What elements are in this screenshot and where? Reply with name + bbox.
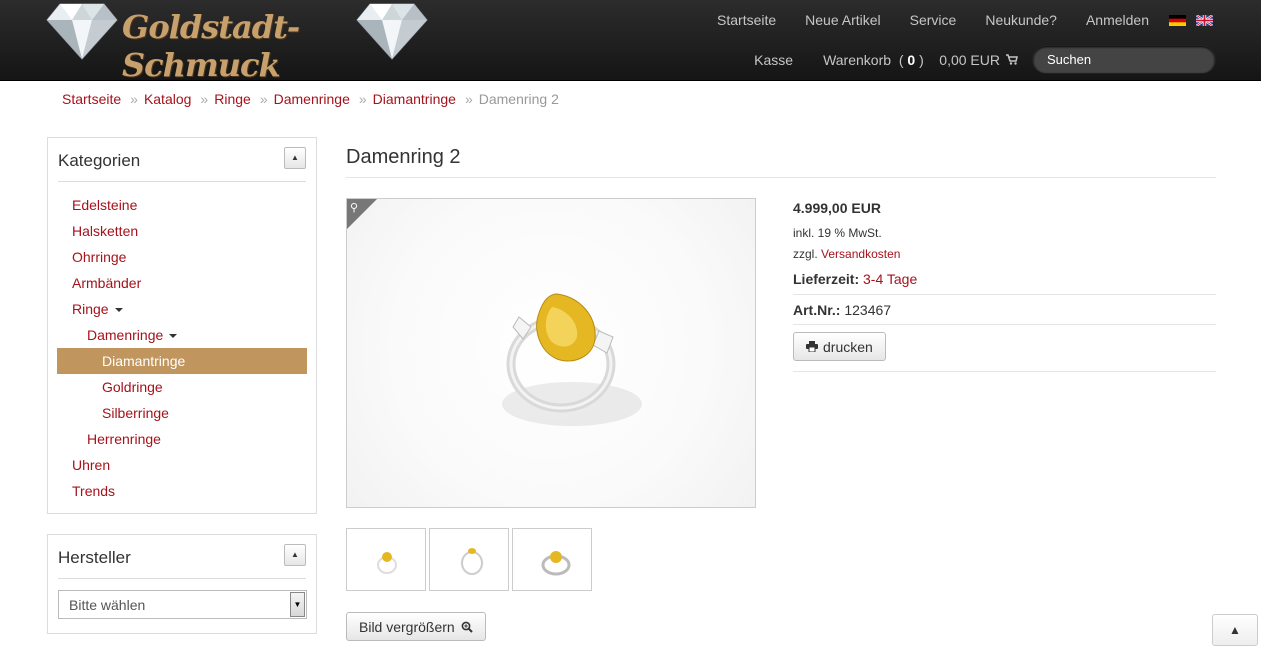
nav-neue-artikel[interactable]: Neue Artikel	[805, 12, 880, 28]
nav-kasse[interactable]: Kasse	[754, 52, 793, 68]
manufacturer-title: Hersteller	[58, 548, 131, 567]
product-thumbnail[interactable]	[429, 528, 509, 591]
zoom-in-icon	[461, 621, 473, 633]
category-herrenringe[interactable]: Herrenringe	[57, 426, 307, 452]
breadcrumb-damenringe[interactable]: Damenringe	[274, 91, 350, 107]
category-damenringe[interactable]: Damenringe	[57, 322, 307, 348]
scroll-to-top-button[interactable]: ▲	[1212, 614, 1258, 646]
cart-label: Warenkorb	[823, 51, 892, 68]
categories-title: Kategorien	[58, 151, 141, 170]
delivery-time-link[interactable]: 3-4 Tage	[863, 271, 917, 287]
shopping-cart-icon[interactable]	[1006, 54, 1018, 65]
ring-thumbnail-image	[461, 548, 483, 575]
diamond-logo-icon	[356, 3, 428, 60]
manufacturer-select-value: Bitte wählen	[69, 597, 146, 613]
category-armbaender[interactable]: Armbänder	[57, 270, 307, 296]
category-list: Edelsteine Halsketten Ohrringe Armbänder…	[57, 192, 307, 504]
cart-total: 0,00 EUR	[939, 51, 1000, 68]
categories-panel: Kategorien ▲ Edelsteine Halsketten Ohrri…	[47, 137, 317, 514]
ring-thumbnail-image	[541, 551, 571, 576]
sku-value: 123467	[844, 302, 892, 318]
breadcrumb-separator: »	[200, 91, 209, 107]
cart-link[interactable]: Warenkorb ( 0 ) 0,00 EUR	[823, 52, 1000, 68]
sku-label: Art.Nr.:	[793, 302, 841, 318]
enlarge-image-button[interactable]: Bild vergrößern	[346, 612, 486, 641]
chevron-up-icon: ▲	[291, 153, 299, 162]
chevron-down-icon[interactable]: ▼	[290, 592, 305, 617]
ring-image	[502, 293, 642, 426]
delivery-label: Lieferzeit:	[793, 271, 860, 287]
divider	[58, 578, 306, 579]
breadcrumb-diamantringe[interactable]: Diamantringe	[373, 91, 456, 107]
category-edelsteine[interactable]: Edelsteine	[57, 192, 307, 218]
printer-icon	[806, 341, 818, 352]
nav-service[interactable]: Service	[910, 12, 957, 28]
breadcrumb-separator: »	[464, 91, 473, 107]
site-logo[interactable]: Goldstadt-Schmuck	[46, 2, 430, 84]
shipping-note: zzgl. Versandkosten	[793, 247, 900, 261]
chevron-up-icon: ▲	[1229, 623, 1241, 637]
enlarge-label: Bild vergrößern	[359, 618, 455, 635]
site-header: Goldstadt-Schmuck Startseite Neue Artike…	[0, 0, 1261, 84]
divider	[793, 324, 1216, 325]
category-goldringe[interactable]: Goldringe	[57, 374, 307, 400]
divider	[793, 294, 1216, 295]
chevron-up-icon: ▲	[291, 550, 299, 559]
german-flag-icon[interactable]	[1169, 14, 1186, 26]
print-button[interactable]: drucken	[793, 332, 886, 361]
english-flag-icon[interactable]	[1196, 14, 1213, 26]
category-label: Damenringe	[87, 327, 164, 343]
cart-open-paren: (	[898, 51, 904, 68]
diamond-logo-icon	[46, 3, 118, 60]
breadcrumb-separator: »	[259, 91, 268, 107]
product-title: Damenring 2	[346, 146, 461, 168]
shipping-prefix: zzgl.	[793, 247, 818, 261]
product-price: 4.999,00 EUR	[793, 200, 881, 216]
category-diamantringe[interactable]: Diamantringe	[57, 348, 307, 374]
nav-neukunde[interactable]: Neukunde?	[985, 12, 1057, 28]
collapse-categories-button[interactable]: ▲	[284, 147, 306, 169]
print-label: drucken	[823, 338, 873, 355]
divider	[346, 177, 1216, 178]
caret-down-icon	[169, 334, 178, 339]
category-silberringe[interactable]: Silberringe	[57, 400, 307, 426]
cart-count: 0	[907, 51, 916, 68]
divider	[793, 371, 1216, 372]
top-navigation: Startseite Neue Artikel Service Neukunde…	[688, 12, 1213, 28]
breadcrumb-katalog[interactable]: Katalog	[144, 91, 191, 107]
product-main-image[interactable]: ⚲	[346, 198, 756, 508]
ring-thumbnail-image	[377, 552, 397, 574]
breadcrumb-startseite[interactable]: Startseite	[62, 91, 121, 107]
search-input[interactable]	[1032, 45, 1216, 74]
collapse-manufacturer-button[interactable]: ▲	[284, 544, 306, 566]
category-label: Ringe	[72, 301, 109, 317]
breadcrumb: Startseite » Katalog » Ringe » Damenring…	[62, 91, 559, 107]
divider	[58, 181, 306, 182]
nav-startseite[interactable]: Startseite	[717, 12, 776, 28]
category-halsketten[interactable]: Halsketten	[57, 218, 307, 244]
product-thumbnail[interactable]	[346, 528, 426, 591]
breadcrumb-separator: »	[358, 91, 367, 107]
manufacturer-select[interactable]: Bitte wählen ▼	[58, 590, 307, 619]
manufacturer-panel: Hersteller ▲ Bitte wählen ▼	[47, 534, 317, 634]
cart-close-paren: )	[919, 51, 924, 68]
category-trends[interactable]: Trends	[57, 478, 307, 504]
caret-down-icon	[114, 308, 123, 313]
breadcrumb-current: Damenring 2	[478, 91, 559, 107]
breadcrumb-separator: »	[130, 91, 138, 107]
category-ringe[interactable]: Ringe	[57, 296, 307, 322]
shipping-costs-link[interactable]: Versandkosten	[821, 247, 900, 261]
breadcrumb-ringe[interactable]: Ringe	[214, 91, 251, 107]
product-thumbnail[interactable]	[512, 528, 592, 591]
category-uhren[interactable]: Uhren	[57, 452, 307, 478]
category-ohrringe[interactable]: Ohrringe	[57, 244, 307, 270]
secondary-navigation: Kasse Warenkorb ( 0 ) 0,00 EUR	[754, 45, 1216, 74]
tax-note: inkl. 19 % MwSt.	[793, 226, 882, 240]
product-sku: Art.Nr.: 123467	[793, 302, 891, 318]
nav-anmelden[interactable]: Anmelden	[1086, 12, 1149, 28]
delivery-time: Lieferzeit: 3-4 Tage	[793, 271, 917, 287]
